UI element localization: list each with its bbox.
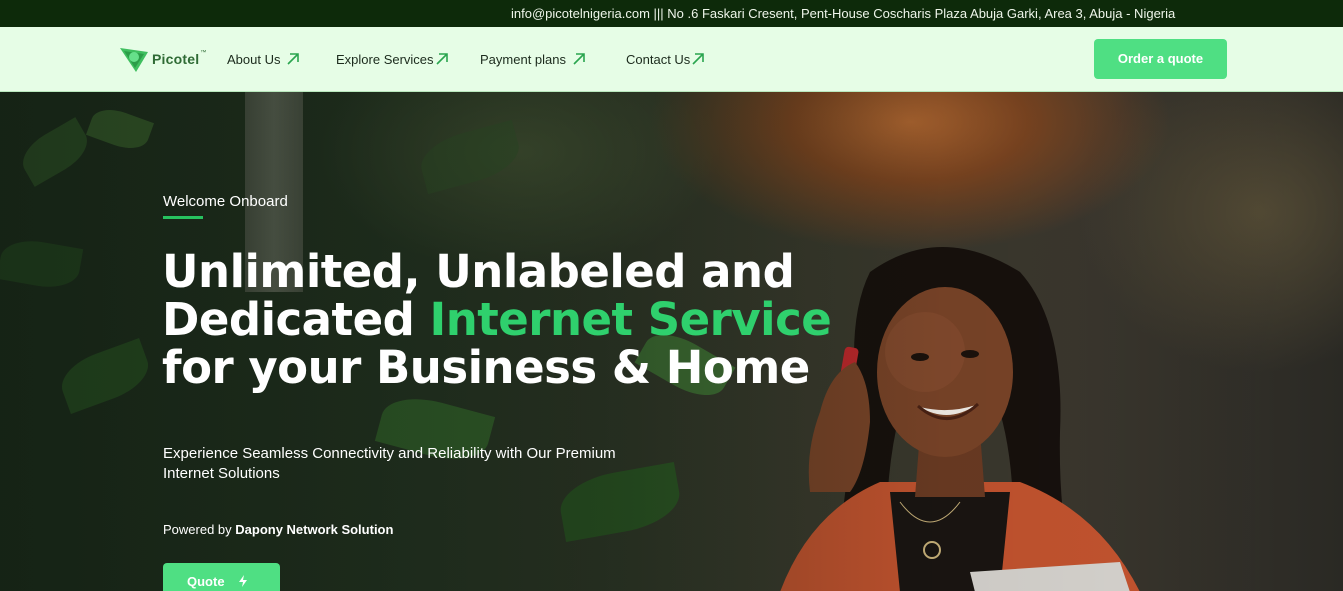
powered-by-company: Dapony Network Solution <box>235 522 394 537</box>
arrow-up-right-icon <box>287 53 300 65</box>
nav-item-payment-plans[interactable]: Payment plans <box>480 49 586 69</box>
nav-item-label: Payment plans <box>480 51 566 67</box>
arrow-up-right-icon <box>573 53 585 65</box>
hero-headline: Unlimited, Unlabeled and Dedicated Inter… <box>162 248 882 392</box>
nav-item-explore-services[interactable]: Explore Services <box>336 49 449 69</box>
top-info-bar: info@picotelnigeria.com ||| No .6 Faskar… <box>0 0 1343 27</box>
headline-line-1: Unlimited, Unlabeled and <box>162 245 795 298</box>
headline-line-3: for your Business & Home <box>162 341 810 394</box>
nav-item-label: Explore Services <box>336 51 434 67</box>
headline-line-2: Dedicated <box>162 293 430 346</box>
logo-text: Picotel <box>152 51 200 67</box>
hero-eyebrow: Welcome Onboard <box>163 193 288 210</box>
nav-item-about-us[interactable]: About Us <box>227 49 300 69</box>
nav-item-label: Contact Us <box>626 51 691 67</box>
hero-eyebrow-underline <box>163 216 203 219</box>
powered-by-text: Powered by Dapony Network Solution <box>163 522 393 537</box>
quote-button[interactable]: Quote <box>163 563 280 591</box>
order-quote-button[interactable]: Order a quote <box>1094 39 1227 79</box>
logo-trademark: ™ <box>200 50 207 56</box>
nav-item-label: About Us <box>227 51 281 67</box>
quote-button-label: Quote <box>187 574 225 589</box>
logo[interactable]: Picotel ™ <box>118 44 206 74</box>
headline-accent: Internet Service <box>429 293 832 346</box>
powered-by-prefix: Powered by <box>163 522 236 537</box>
hero-subtext: Experience Seamless Connectivity and Rel… <box>163 445 616 482</box>
hero-section: Welcome Onboard Unlimited, Unlabeled and… <box>0 92 1343 591</box>
arrow-up-right-icon <box>692 53 705 65</box>
lightning-icon <box>238 575 247 587</box>
contact-info-text: info@picotelnigeria.com ||| No .6 Faskar… <box>511 6 1176 21</box>
picotel-logo-icon <box>120 48 148 72</box>
arrow-up-right-icon <box>435 53 448 65</box>
nav-item-contact-us[interactable]: Contact Us <box>626 49 705 69</box>
navbar: Picotel ™ About Us Explore Services Paym… <box>0 27 1343 92</box>
